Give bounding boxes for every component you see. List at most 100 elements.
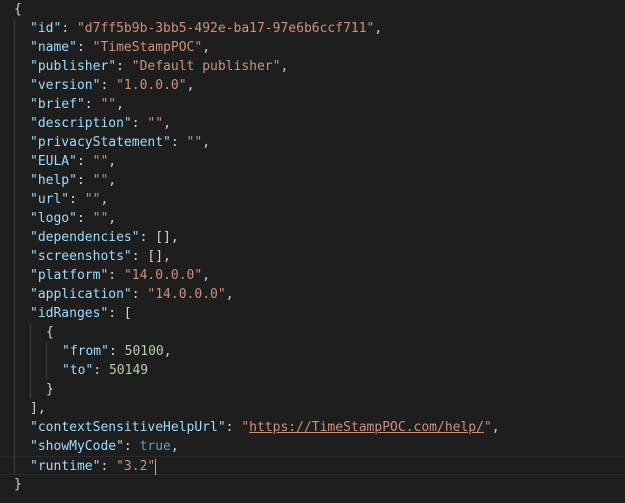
- json-key: "screenshots": [30, 249, 132, 264]
- json-punctuation: ,: [170, 439, 179, 454]
- code-line-content: "EULA": "",: [30, 152, 116, 171]
- code-line-content: "publisher": "Default publisher",: [30, 57, 288, 76]
- json-punctuation: ,: [225, 287, 234, 302]
- json-punctuation: :: [100, 459, 117, 474]
- text-cursor: [155, 458, 157, 475]
- code-line[interactable]: "url": "",: [0, 190, 625, 209]
- code-line[interactable]: }: [0, 475, 625, 494]
- json-punctuation: ,: [116, 97, 124, 112]
- json-punctuation: ,: [186, 78, 195, 93]
- json-string: "3.2": [116, 459, 156, 474]
- code-line-content: "name": "TimeStampPOC",: [30, 38, 210, 57]
- json-punctuation: :: [100, 78, 117, 93]
- json-number: 50100: [124, 344, 164, 359]
- json-key: "description": [30, 116, 132, 131]
- json-key: "name": [30, 40, 77, 55]
- code-line-content: "contextSensitiveHelpUrl": "https://Time…: [30, 418, 500, 437]
- json-key: "EULA": [30, 154, 77, 169]
- code-line-content: "dependencies": [],: [30, 228, 179, 247]
- json-punctuation: :: [61, 21, 77, 36]
- code-line-content: "privacyStatement": "",: [30, 133, 210, 152]
- json-punctuation: {: [14, 2, 22, 17]
- code-line-content: "version": "1.0.0.0",: [30, 76, 194, 95]
- code-line[interactable]: {: [0, 0, 625, 19]
- json-key: "from": [62, 344, 109, 359]
- json-key: "platform": [30, 268, 109, 283]
- json-string: "Default publisher": [131, 59, 281, 74]
- json-punctuation: }: [46, 382, 54, 397]
- json-punctuation: :: [69, 192, 85, 207]
- json-key: "publisher": [30, 59, 117, 74]
- code-line[interactable]: "privacyStatement": "",: [0, 133, 625, 152]
- json-string: "d7ff5b9b-3bb5-492e-ba17-97e6b6ccf711": [76, 21, 375, 36]
- json-punctuation: : [],: [139, 230, 179, 245]
- code-line-content: "screenshots": [],: [30, 247, 171, 266]
- json-punctuation: ,: [202, 135, 211, 150]
- json-punctuation: ,: [108, 154, 117, 169]
- code-line[interactable]: "to": 50149: [0, 361, 625, 380]
- json-punctuation: :: [76, 173, 93, 188]
- code-line[interactable]: "idRanges": [: [0, 304, 625, 323]
- code-line[interactable]: "showMyCode": true,: [0, 437, 625, 456]
- code-line[interactable]: "EULA": "",: [0, 152, 625, 171]
- json-string: "": [92, 154, 109, 169]
- json-key: "url": [30, 192, 70, 207]
- json-key: "contextSensitiveHelpUrl": [30, 420, 226, 435]
- code-line[interactable]: }: [0, 380, 625, 399]
- json-punctuation: ,: [202, 268, 211, 283]
- code-line-content: {: [14, 0, 22, 19]
- indent-guide: [46, 342, 47, 380]
- json-punctuation: :: [93, 363, 109, 378]
- json-punctuation: :: [131, 116, 148, 131]
- json-key: "brief": [30, 97, 85, 112]
- code-line-content: "showMyCode": true,: [30, 437, 179, 456]
- json-punctuation: ,: [163, 116, 171, 131]
- code-line[interactable]: "from": 50100,: [0, 342, 625, 361]
- code-line[interactable]: "version": "1.0.0.0",: [0, 76, 625, 95]
- json-punctuation: ],: [30, 401, 46, 416]
- json-key: "dependencies": [30, 230, 140, 245]
- code-line[interactable]: "platform": "14.0.0.0",: [0, 266, 625, 285]
- code-line-content: {: [46, 323, 54, 342]
- code-line-content: "runtime": "3.2": [30, 457, 157, 476]
- json-number: 50149: [108, 363, 149, 378]
- json-punctuation: :: [116, 59, 132, 74]
- json-key: "idRanges": [30, 306, 109, 321]
- json-punctuation: ,: [100, 192, 109, 207]
- json-string: "": [147, 116, 164, 131]
- json-punctuation: :: [76, 211, 93, 226]
- code-line[interactable]: "screenshots": [],: [0, 247, 625, 266]
- code-line[interactable]: "contextSensitiveHelpUrl": "https://Time…: [0, 418, 625, 437]
- json-keyword: true: [139, 439, 171, 454]
- code-line[interactable]: {: [0, 323, 625, 342]
- code-line[interactable]: ],: [0, 399, 625, 418]
- json-key: "application": [30, 287, 132, 302]
- code-line-content: "from": 50100,: [62, 342, 172, 361]
- code-line-content: ],: [30, 399, 46, 418]
- json-punctuation: :: [108, 344, 125, 359]
- code-line-content: }: [14, 475, 22, 494]
- code-line[interactable]: "help": "",: [0, 171, 625, 190]
- json-string: "": [186, 135, 203, 150]
- json-punctuation: :: [225, 420, 242, 435]
- code-line[interactable]: "name": "TimeStampPOC",: [0, 38, 625, 57]
- code-line[interactable]: "description": "",: [0, 114, 625, 133]
- json-string: ": [241, 420, 250, 435]
- json-url-link[interactable]: https://TimeStampPOC.com/help/: [249, 420, 484, 435]
- code-line-content: "logo": "",: [30, 209, 116, 228]
- json-punctuation: ,: [202, 40, 211, 55]
- code-line[interactable]: "id": "d7ff5b9b-3bb5-492e-ba17-97e6b6ccf…: [0, 19, 625, 38]
- code-line[interactable]: "brief": "",: [0, 95, 625, 114]
- code-line[interactable]: "publisher": "Default publisher",: [0, 57, 625, 76]
- json-key: "privacyStatement": [30, 135, 171, 150]
- code-line[interactable]: "application": "14.0.0.0",: [0, 285, 625, 304]
- code-line-content: "brief": "",: [30, 95, 124, 114]
- code-editor[interactable]: { "id": "d7ff5b9b-3bb5-492e-ba17-97e6b6cc…: [0, 0, 625, 503]
- code-line[interactable]: "dependencies": [],: [0, 228, 625, 247]
- json-string: "": [92, 173, 109, 188]
- json-string: "14.0.0.0": [123, 268, 203, 283]
- code-line[interactable]: "logo": "",: [0, 209, 625, 228]
- json-punctuation: ,: [491, 420, 500, 435]
- current-code-line[interactable]: "runtime": "3.2": [0, 456, 625, 475]
- json-punctuation: :: [76, 40, 93, 55]
